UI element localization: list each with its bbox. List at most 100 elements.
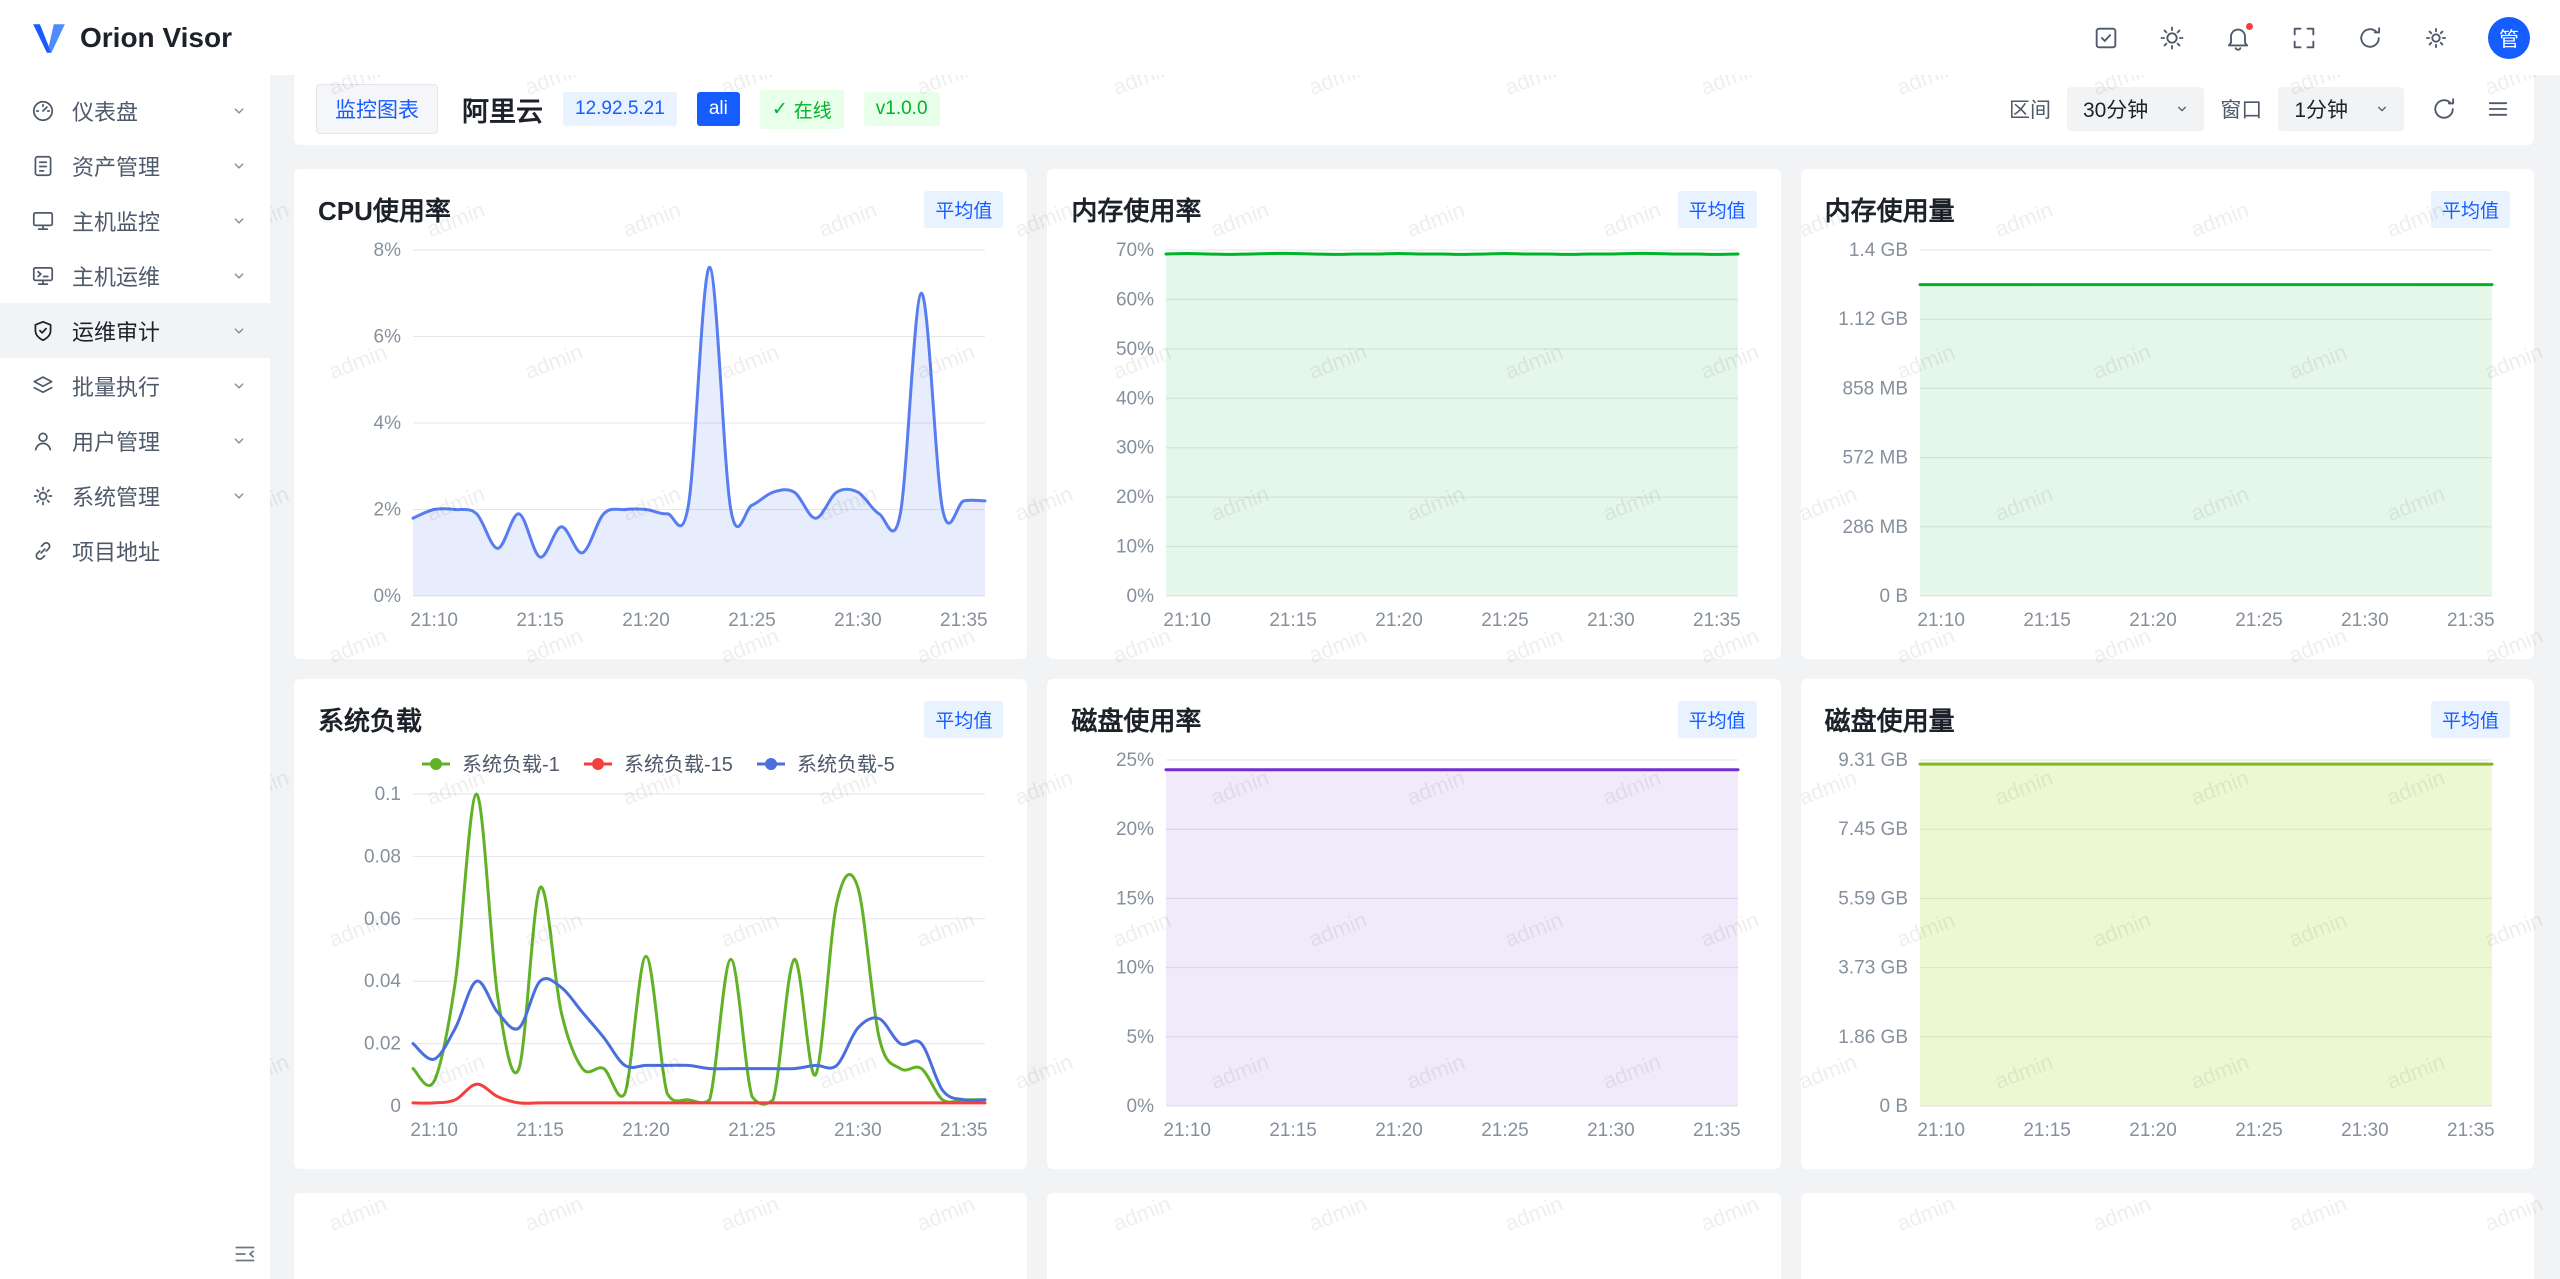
svg-text:3.73 GB: 3.73 GB	[1838, 958, 1908, 979]
app-header: Orion Visor 管	[0, 0, 2560, 75]
svg-text:21:20: 21:20	[622, 610, 670, 631]
window-label: 窗口	[2220, 94, 2262, 124]
batch-icon	[30, 373, 56, 399]
svg-text:2%: 2%	[374, 500, 402, 521]
chart-canvas: 0%10%20%30%40%50%60%70%21:1021:1521:2021…	[1071, 232, 1756, 634]
svg-text:858 MB: 858 MB	[1842, 378, 1907, 399]
sidebar-item-assets[interactable]: 资产管理	[0, 138, 270, 193]
chevron-down-icon	[228, 375, 250, 397]
svg-text:21:10: 21:10	[1917, 1120, 1965, 1141]
svg-text:21:10: 21:10	[410, 610, 458, 631]
svg-text:21:10: 21:10	[1164, 1120, 1212, 1141]
chart-list-icon[interactable]	[2484, 95, 2512, 123]
svg-text:21:35: 21:35	[940, 610, 988, 631]
chart-title: 磁盘使用量	[1825, 701, 1955, 738]
chart-card-partial	[1801, 1193, 2534, 1279]
average-badge: 平均值	[924, 701, 1003, 738]
host-ops-icon	[30, 263, 56, 289]
chart-card-partial	[1047, 1193, 1780, 1279]
chart-card-5: 磁盘使用量平均值0 B1.86 GB3.73 GB5.59 GB7.45 GB9…	[1801, 679, 2534, 1169]
svg-text:60%: 60%	[1116, 289, 1154, 310]
assets-icon	[30, 153, 56, 179]
sidebar-item-project-link[interactable]: 项目地址	[0, 523, 270, 578]
svg-text:系统负载-5: 系统负载-5	[797, 753, 895, 776]
todo-icon[interactable]	[2092, 24, 2120, 52]
host-alias-tag: ali	[697, 92, 740, 126]
svg-text:7.45 GB: 7.45 GB	[1838, 819, 1908, 840]
chart-title: 内存使用率	[1071, 191, 1201, 228]
svg-text:21:15: 21:15	[1270, 1120, 1318, 1141]
svg-text:21:30: 21:30	[2341, 1120, 2389, 1141]
sidebar-item-batch-exec[interactable]: 批量执行	[0, 358, 270, 413]
chart-canvas: 0 B1.86 GB3.73 GB5.59 GB7.45 GB9.31 GB21…	[1825, 742, 2510, 1144]
svg-text:21:20: 21:20	[2129, 1120, 2177, 1141]
user-avatar[interactable]: 管	[2488, 17, 2530, 59]
main-content: 主机监控详情 - 阿里云 监控图表 阿里云 12.92.5.21 ali ✓在线…	[270, 0, 2560, 1279]
svg-text:0 B: 0 B	[1879, 586, 1908, 607]
chart-canvas: 0 B286 MB572 MB858 MB1.12 GB1.4 GB21:102…	[1825, 232, 2510, 634]
chevron-down-icon	[228, 210, 250, 232]
svg-text:286 MB: 286 MB	[1842, 517, 1907, 538]
sidebar-item-label: 资产管理	[72, 150, 160, 182]
svg-text:1.86 GB: 1.86 GB	[1838, 1027, 1908, 1048]
charts-refresh-icon[interactable]	[2430, 95, 2458, 123]
svg-text:21:15: 21:15	[516, 1120, 564, 1141]
check-icon: ✓	[772, 98, 788, 121]
interval-select[interactable]: 30分钟	[2067, 87, 2204, 131]
users-icon	[30, 428, 56, 454]
sidebar-item-system-management[interactable]: 系统管理	[0, 468, 270, 523]
chart-card-4: 磁盘使用率平均值0%5%10%15%20%25%21:1021:1521:202…	[1047, 679, 1780, 1169]
chart-title: 系统负载	[318, 701, 422, 738]
svg-text:系统负载-1: 系统负载-1	[462, 753, 560, 776]
notifications-bell-icon[interactable]	[2224, 24, 2252, 52]
svg-text:21:30: 21:30	[2341, 610, 2389, 631]
svg-text:21:20: 21:20	[2129, 610, 2177, 631]
refresh-icon[interactable]	[2356, 24, 2384, 52]
charts-grid: CPU使用率平均值 0%2%4%6%8%21:1021:1521:2021:252…	[294, 169, 2534, 1169]
sidebar-item-label: 主机运维	[72, 260, 160, 292]
svg-text:50%: 50%	[1116, 339, 1154, 360]
svg-text:10%: 10%	[1116, 537, 1154, 558]
svg-text:21:15: 21:15	[2023, 1120, 2071, 1141]
svg-text:5%: 5%	[1127, 1027, 1155, 1048]
chart-card-partial	[294, 1193, 1027, 1279]
sidebar-item-user-management[interactable]: 用户管理	[0, 413, 270, 468]
svg-text:21:30: 21:30	[1587, 610, 1635, 631]
charts-grid-partial-row	[294, 1193, 2534, 1279]
svg-text:21:25: 21:25	[2235, 610, 2283, 631]
sidebar-item-label: 用户管理	[72, 425, 160, 457]
svg-text:70%: 70%	[1116, 240, 1154, 261]
sidebar-item-host-monitoring[interactable]: 主机监控	[0, 193, 270, 248]
header-actions: 管	[2092, 17, 2530, 59]
sidebar-collapse-icon[interactable]	[232, 1241, 258, 1267]
settings-gear-icon[interactable]	[2422, 24, 2450, 52]
chevron-down-icon	[228, 100, 250, 122]
sidebar-item-label: 主机监控	[72, 205, 160, 237]
window-select[interactable]: 1分钟	[2278, 87, 2404, 131]
svg-text:5.59 GB: 5.59 GB	[1838, 888, 1908, 909]
chart-card-2: 内存使用量平均值0 B286 MB572 MB858 MB1.12 GB1.4 …	[1801, 169, 2534, 659]
monitor-chart-button[interactable]: 监控图表	[316, 84, 438, 134]
chart-canvas: 0%2%4%6%8%21:1021:1521:2021:2521:3021:35	[318, 232, 1003, 634]
svg-text:9.31 GB: 9.31 GB	[1838, 750, 1908, 771]
svg-text:21:25: 21:25	[728, 1120, 776, 1141]
sidebar-item-host-ops[interactable]: 主机运维	[0, 248, 270, 303]
chevron-down-icon	[228, 155, 250, 177]
orion-logo-icon	[30, 19, 68, 57]
svg-text:21:25: 21:25	[1482, 610, 1530, 631]
svg-text:0.1: 0.1	[375, 784, 401, 805]
chart-title: CPU使用率	[318, 191, 451, 228]
sidebar-item-dashboard[interactable]: 仪表盘	[0, 83, 270, 138]
svg-text:1.4 GB: 1.4 GB	[1849, 240, 1908, 261]
chart-card-1: 内存使用率平均值0%10%20%30%40%50%60%70%21:1021:1…	[1047, 169, 1780, 659]
average-badge: 平均值	[1678, 701, 1757, 738]
notification-dot	[2244, 21, 2255, 32]
svg-text:0.06: 0.06	[364, 909, 401, 930]
chart-card-3: 系统负载平均值00.020.040.060.080.121:1021:1521:…	[294, 679, 1027, 1169]
host-ip-tag: 12.92.5.21	[563, 92, 677, 126]
svg-text:21:15: 21:15	[1270, 610, 1318, 631]
sidebar-item-ops-audit[interactable]: 运维审计	[0, 303, 270, 358]
svg-text:10%: 10%	[1116, 958, 1154, 979]
theme-sun-icon[interactable]	[2158, 24, 2186, 52]
fullscreen-icon[interactable]	[2290, 24, 2318, 52]
